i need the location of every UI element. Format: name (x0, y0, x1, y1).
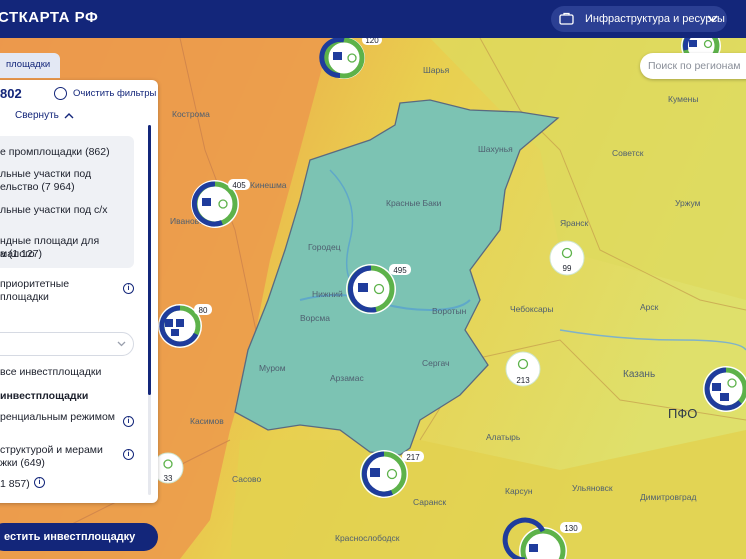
place-label: Кумены (668, 94, 698, 104)
place-label: Карсун (505, 486, 533, 496)
place-label: Ульяновск (572, 483, 613, 493)
place-label: Ворсма (300, 313, 330, 323)
building-icon (171, 329, 179, 336)
chevron-down-icon (707, 15, 718, 23)
place-label: Краснослободск (335, 533, 400, 543)
cluster-count: 213 (516, 376, 530, 385)
cluster-count: 130 (564, 524, 578, 533)
filter-panel: 802 Очистить фильтры Свернуть е промплощ… (0, 80, 158, 503)
total-sites: 1 857) (0, 478, 30, 490)
place-label: Шахунья (478, 144, 513, 154)
place-label: Советск (612, 148, 644, 158)
cluster-count: 120 (365, 38, 379, 45)
priority-sites-label-cont: площадки (0, 291, 49, 303)
clear-filters-button[interactable]: Очистить фильтры (54, 87, 156, 100)
building-icon (712, 383, 721, 391)
cluster-count: 99 (563, 264, 572, 273)
place-label: Кинешма (250, 180, 287, 190)
place-label: Арск (640, 302, 659, 312)
region-search-input[interactable]: Поиск по регионам (640, 53, 746, 79)
cluster-count: 217 (406, 453, 420, 462)
site-type-filters: е промплощадки (862) льные участки под е… (0, 136, 134, 268)
brand-title[interactable]: СТКАРТА РФ (0, 9, 98, 26)
building-icon (720, 393, 729, 401)
collapse-button[interactable]: Свернуть (15, 110, 74, 121)
place-label: Муром (259, 363, 286, 373)
filter-option-cont: ельство (7 964) (0, 181, 75, 193)
add-site-button[interactable]: естить инвестплощадку (0, 523, 158, 551)
cluster-marker-213[interactable]: 213 (505, 351, 541, 387)
filter-option[interactable]: льные участки под с/х (0, 204, 107, 217)
cluster-count: 80 (199, 306, 208, 315)
place-label: Уржум (675, 198, 701, 208)
place-label: Арзамас (330, 373, 364, 383)
cluster-count: 495 (393, 266, 407, 275)
building-icon (358, 283, 368, 292)
place-label: Яранск (560, 218, 589, 228)
layer-selector[interactable]: Инфраструктура и ресурсы (551, 6, 727, 32)
building-icon (202, 198, 211, 206)
place-label: Шарья (423, 65, 450, 75)
building-icon (165, 319, 173, 327)
priority-sites-label[interactable]: приоритетные (0, 278, 69, 291)
building-icon (689, 40, 697, 47)
all-sites-option[interactable]: все инвестплощадки (0, 366, 101, 379)
invest-sites-option[interactable]: инвестплощадки (0, 390, 88, 403)
layer-selector-label: Инфраструктура и ресурсы (585, 13, 725, 25)
place-label: Чебоксары (510, 304, 554, 314)
collapse-label: Свернуть (15, 110, 59, 121)
infrastructure-option[interactable]: структурой и мерами (0, 444, 103, 457)
cluster-marker-99[interactable]: 99 (549, 240, 585, 276)
place-label: Сасово (232, 474, 261, 484)
place-label: Казань (623, 369, 655, 380)
close-circle-icon (54, 87, 67, 100)
place-label: Димитровград (640, 492, 697, 502)
place-label: Сергач (422, 358, 449, 368)
building-icon (333, 52, 342, 60)
filter-option-cont: а (1 127) (0, 248, 43, 260)
tab-sites[interactable]: площадки (0, 53, 61, 78)
place-label: ПФО (668, 406, 697, 421)
top-bar: СТКАРТА РФ Инфраструктура и ресурсы (0, 0, 746, 38)
cluster-count: 405 (232, 181, 246, 190)
briefcase-icon (559, 12, 574, 25)
place-label: Воротын (432, 306, 467, 316)
category-select[interactable] (0, 332, 134, 356)
results-count: 802 (0, 86, 22, 101)
building-icon (370, 468, 380, 477)
info-icon[interactable]: i (34, 477, 45, 488)
preferential-option[interactable]: ренциальным режимом (0, 411, 115, 424)
info-icon[interactable]: i (123, 416, 134, 427)
filter-option[interactable]: е промплощадки (862) (0, 146, 110, 159)
building-icon (176, 319, 184, 327)
chevron-up-icon (64, 112, 74, 118)
place-label: Нижний (312, 289, 343, 299)
place-label: Красные Баки (386, 198, 442, 208)
place-label: Городец (308, 242, 341, 252)
place-label: Алатырь (486, 432, 521, 442)
place-label: Касимов (190, 416, 224, 426)
info-icon[interactable]: i (123, 283, 134, 294)
info-icon[interactable]: i (123, 449, 134, 460)
chevron-down-icon (117, 341, 126, 347)
building-icon (529, 544, 538, 552)
panel-scrollbar-thumb[interactable] (148, 125, 151, 395)
cluster-count: 33 (164, 474, 173, 483)
infrastructure-option-cont: жки (649) (0, 457, 45, 469)
place-label: Кострома (172, 109, 210, 119)
place-label: Саранск (413, 497, 446, 507)
clear-filters-label: Очистить фильтры (73, 88, 157, 99)
filter-option[interactable]: льные участки под (0, 168, 91, 181)
